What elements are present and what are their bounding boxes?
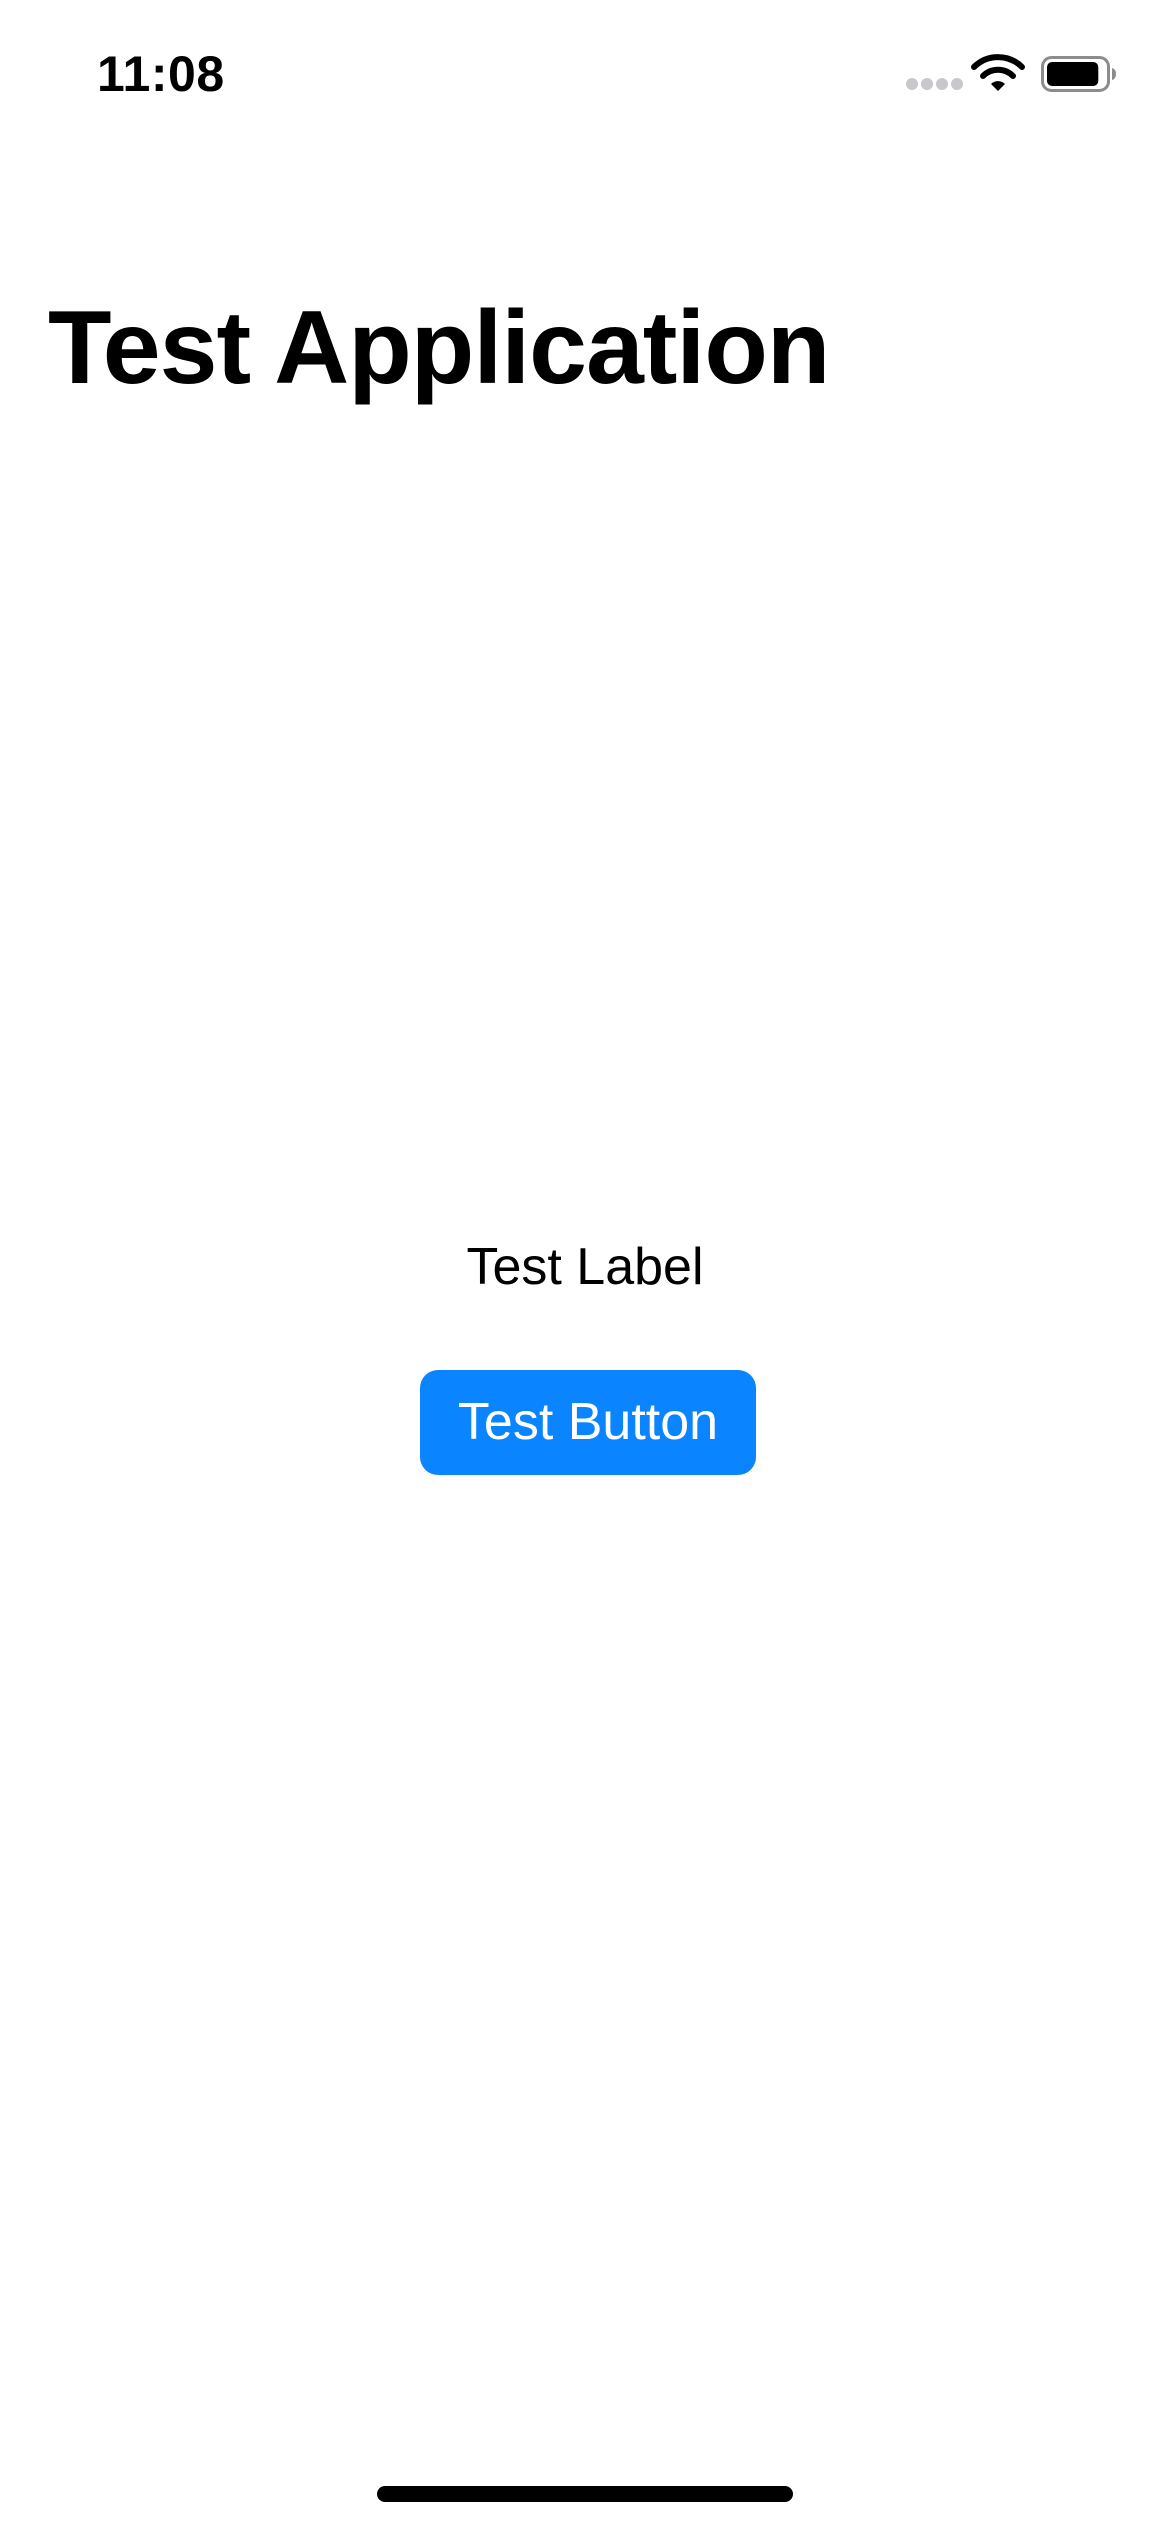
home-indicator[interactable] (377, 2486, 793, 2502)
status-bar: 11:08 (0, 0, 1170, 150)
test-button[interactable]: Test Button (420, 1370, 756, 1475)
wifi-icon (971, 54, 1025, 91)
cellular-signal-icon (906, 78, 963, 90)
status-time: 11:08 (97, 46, 225, 102)
page-title: Test Application (48, 290, 830, 406)
battery-icon (1041, 56, 1116, 92)
test-label: Test Label (466, 1238, 704, 1296)
